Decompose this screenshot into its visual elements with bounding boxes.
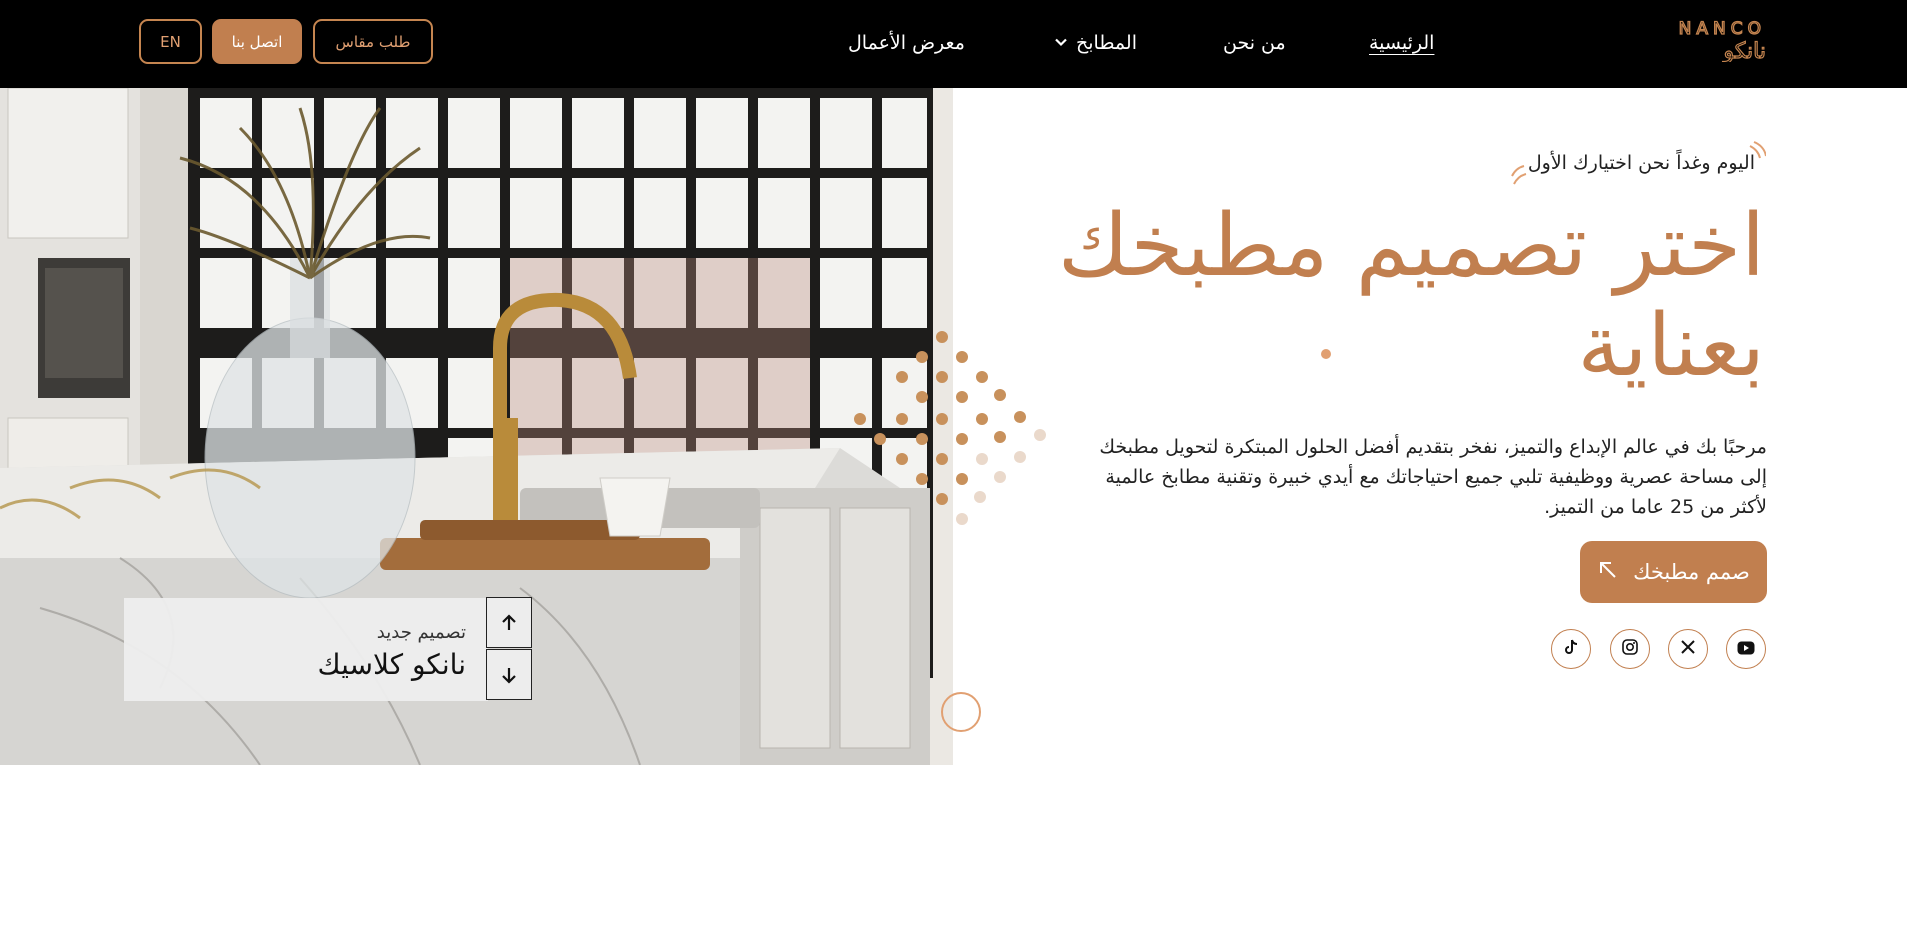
hero-kitchen-image: تصميم جديد نانكو كلاسيك: [0, 88, 953, 765]
nav-kitchens-label: المطابخ: [1076, 32, 1137, 54]
language-switch-button[interactable]: EN: [139, 19, 202, 64]
svg-text:NANCO: NANCO: [1679, 19, 1766, 39]
nav-home[interactable]: الرئيسية: [1369, 30, 1434, 56]
hero-title: اختر تصميم مطبخك بعناية: [1057, 196, 1765, 396]
arrow-up-icon: [499, 613, 519, 633]
nav-portfolio[interactable]: معرض الأعمال: [848, 30, 965, 56]
contact-us-label: اتصل بنا: [231, 32, 283, 51]
x-link[interactable]: [1668, 629, 1708, 669]
hero-tagline: اليوم وغداً نحن اختيارك الأول: [1527, 152, 1755, 174]
tiktok-link[interactable]: [1551, 629, 1591, 669]
design-kitchen-label: صمم مطبخك: [1633, 560, 1750, 584]
nav-home-label: الرئيسية: [1369, 32, 1435, 54]
contact-us-button[interactable]: اتصل بنا: [212, 19, 302, 64]
site-header: NANCO نانكو الرئيسية من نحن المطابخ معرض…: [0, 0, 1907, 88]
request-measure-button[interactable]: طلب مقاس: [313, 19, 433, 64]
nav-kitchens[interactable]: المطابخ: [1054, 30, 1137, 56]
chevron-down-icon: [1054, 30, 1068, 56]
arrow-up-left-icon: [1597, 559, 1619, 586]
request-measure-label: طلب مقاس: [335, 32, 411, 51]
nav-about[interactable]: من نحن: [1223, 30, 1286, 56]
nanco-logo[interactable]: NANCO نانكو: [1638, 18, 1768, 62]
nav-portfolio-label: معرض الأعمال: [848, 32, 965, 54]
slide-up-button[interactable]: [486, 597, 532, 648]
slide-title: نانكو كلاسيك: [317, 648, 467, 681]
language-switch-label: EN: [160, 32, 181, 51]
tiktok-icon: [1563, 639, 1579, 659]
x-icon: [1680, 639, 1696, 659]
hero-description: مرحبًا بك في عالم الإبداع والتميز، نفخر …: [1099, 436, 1767, 518]
nav-about-label: من نحن: [1223, 32, 1286, 54]
arrow-down-icon: [499, 665, 519, 685]
decorative-ring: [940, 691, 982, 737]
youtube-icon: [1737, 640, 1755, 659]
slide-caption-card: تصميم جديد نانكو كلاسيك: [124, 598, 488, 701]
slide-subtitle: تصميم جديد: [376, 622, 466, 643]
instagram-link[interactable]: [1610, 629, 1650, 669]
slide-down-button[interactable]: [486, 649, 532, 700]
instagram-icon: [1622, 639, 1638, 659]
design-kitchen-button[interactable]: صمم مطبخك: [1580, 541, 1767, 603]
youtube-link[interactable]: [1726, 629, 1766, 669]
svg-text:نانكو: نانكو: [1723, 39, 1766, 62]
